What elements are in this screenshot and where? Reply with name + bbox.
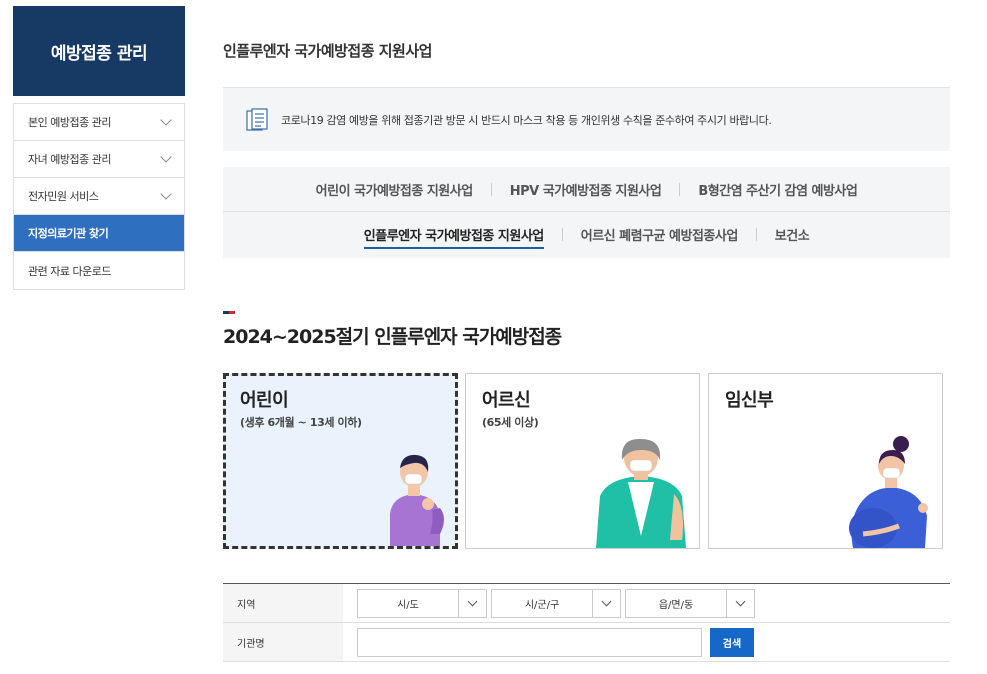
child-illustration [390, 454, 444, 546]
sidebar-item-self-vaccination[interactable]: 본인 예방접종 관리 [14, 104, 184, 141]
org-name-label: 기관명 [223, 623, 343, 661]
page-title: 인플루엔자 국가예방접종 지원사업 [223, 42, 432, 60]
chevron-down-icon[interactable] [458, 589, 486, 617]
card-children[interactable]: 어린이 (생후 6개월 ~ 13세 이하) [223, 373, 458, 549]
chevron-down-icon [160, 188, 172, 200]
sidebar-item-e-petition[interactable]: 전자민원 서비스 [14, 178, 184, 215]
chevron-down-icon [160, 114, 172, 126]
card-subtitle: (생후 6개월 ~ 13세 이하) [240, 416, 362, 429]
region-label: 지역 [223, 584, 343, 622]
tab-hepatitis-b[interactable]: B형간염 주산기 감염 예방사업 [680, 180, 875, 199]
sidebar-item-label: 관련 자료 다운로드 [28, 264, 111, 278]
card-subtitle: (65세 이상) [482, 416, 539, 429]
sidebar-item-child-vaccination[interactable]: 자녀 예방접종 관리 [14, 141, 184, 178]
sigungu-select[interactable]: 시/군/구 [491, 588, 621, 618]
notice-box: 코로나19 감염 예방을 위해 접종기관 방문 시 반드시 마스크 착용 등 개… [223, 87, 950, 151]
sidebar-item-downloads[interactable]: 관련 자료 다운로드 [14, 252, 184, 289]
eupmyeondong-select[interactable]: 읍/면/동 [625, 588, 755, 618]
section-accent [223, 311, 235, 314]
card-title: 어르신 [482, 390, 531, 411]
tab-health-center[interactable]: 보건소 [757, 225, 827, 244]
senior-illustration [596, 438, 686, 548]
pregnant-illustration [849, 436, 928, 548]
program-tabs: 어린이 국가예방접종 지원사업 HPV 국가예방접종 지원사업 B형간염 주산기… [223, 167, 950, 258]
sidebar-item-label: 본인 예방접종 관리 [28, 116, 111, 129]
tab-influenza[interactable]: 인플루엔자 국가예방접종 지원사업 [346, 225, 562, 249]
sido-select[interactable]: 시/도 [357, 588, 487, 618]
org-name-input[interactable] [357, 627, 702, 657]
card-title: 어린이 [240, 390, 289, 411]
sidebar-item-label: 전자민원 서비스 [28, 190, 99, 203]
search-button[interactable]: 검색 [710, 627, 754, 657]
tab-child-vaccination[interactable]: 어린이 국가예방접종 지원사업 [298, 180, 491, 199]
sidebar-item-find-clinic[interactable]: 지정의료기관 찾기 [14, 215, 184, 252]
sidebar-menu: 본인 예방접종 관리 자녀 예방접종 관리 전자민원 서비스 지정의료기관 찾기… [13, 103, 185, 290]
notice-text: 코로나19 감염 예방을 위해 접종기관 방문 시 반드시 마스크 착용 등 개… [281, 113, 772, 127]
card-title: 임신부 [725, 390, 774, 411]
chevron-down-icon[interactable] [726, 589, 754, 617]
tab-pneumococcal[interactable]: 어르신 폐렴구균 예방접종사업 [563, 225, 756, 244]
card-pregnant[interactable]: 임신부 [708, 373, 943, 549]
chevron-down-icon [160, 151, 172, 163]
clinic-search-form: 지역 시/도 시/군/구 읍/면/동 기관명 검색 [223, 583, 950, 662]
sidebar-title: 예방접종 관리 [13, 6, 185, 96]
chevron-down-icon[interactable] [592, 589, 620, 617]
card-seniors[interactable]: 어르신 (65세 이상) [465, 373, 700, 549]
section-title: 2024~2025절기 인플루엔자 국가예방접종 [223, 326, 562, 348]
document-icon [246, 107, 268, 131]
sidebar-item-label: 지정의료기관 찾기 [28, 227, 109, 240]
tab-hpv[interactable]: HPV 국가예방접종 지원사업 [492, 180, 680, 199]
sidebar-item-label: 자녀 예방접종 관리 [28, 153, 111, 166]
